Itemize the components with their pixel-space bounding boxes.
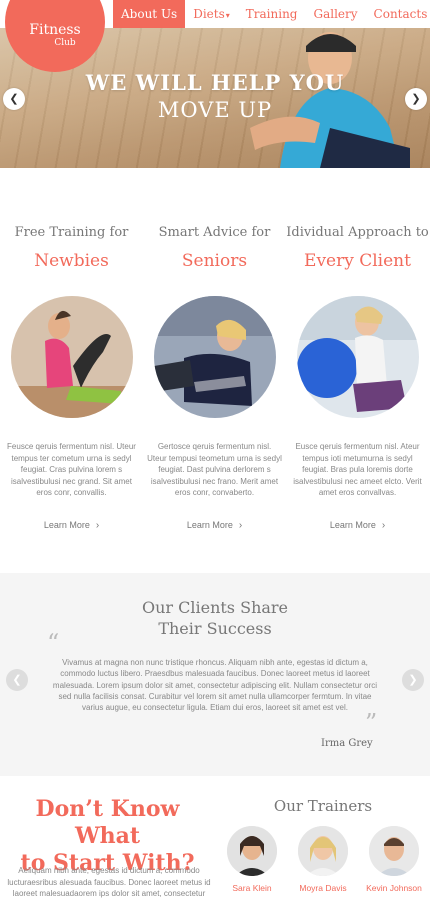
trainer-card: Moyra Davis (288, 826, 358, 893)
feature-highlight: Newbies (34, 251, 109, 271)
brand-name: Fitness (29, 21, 81, 38)
feature-heading: Free Training for (14, 225, 129, 240)
chevron-right-icon: › (238, 520, 243, 531)
feature-photo (10, 296, 133, 418)
feature-seniors: Smart Advice for Seniors Gertosce qeruis… (143, 225, 286, 533)
chevron-right-icon: › (95, 520, 100, 531)
testimonial-quote: Vivamus at magna non nunc tristique rhon… (52, 658, 378, 713)
nav-item-label: Contacts (373, 7, 428, 21)
learn-more-label: Learn More (329, 520, 376, 530)
testimonial-author: Irma Grey (321, 738, 373, 749)
trainer-card: Sara Klein (217, 826, 287, 893)
feature-text: Feusce qeruis fermentum nisl. Uteur temp… (7, 442, 136, 497)
nav-item-label: About Us (121, 7, 178, 21)
nav-item-training[interactable]: Training (238, 0, 306, 28)
feature-text: Eusce qeruis fermentum nisl. Ateur tempu… (293, 442, 422, 497)
feature-photo (296, 296, 419, 418)
nav-item-about-us[interactable]: About Us (113, 0, 186, 28)
nav-item-gallery[interactable]: Gallery (306, 0, 366, 28)
nav-item-label: Diets (193, 7, 225, 21)
testimonials-title-line1: Our Clients Share (141, 598, 289, 617)
learn-more-link[interactable]: Learn More › (44, 520, 99, 531)
feature-heading: Idividual Approach to (286, 225, 429, 240)
chevron-right-icon: ❯ (411, 93, 421, 105)
trainer-photo (369, 826, 419, 876)
chevron-left-icon: ❮ (9, 93, 19, 105)
feature-photo (153, 296, 276, 418)
caret-down-icon: ▾ (225, 11, 230, 20)
feature-heading: Smart Advice for (158, 225, 271, 240)
woman-situps-image (153, 296, 276, 418)
trainers-title: Our Trainers (273, 797, 373, 815)
hero-title: WE WILL HELP YOU (85, 70, 345, 95)
trainer-photo (298, 826, 348, 876)
woman-stretching-image (10, 296, 133, 418)
feature-highlight: Every Client (304, 251, 411, 271)
testimonials-title: Our Clients Share Their Success (0, 597, 430, 639)
feature-every-client: Idividual Approach to Every Client Eusce… (286, 225, 429, 533)
chevron-right-icon: ❯ (408, 674, 418, 686)
trainer-photo (227, 826, 277, 876)
testimonial-prev-button[interactable]: ❮ (6, 669, 28, 691)
testimonials-section: Our Clients Share Their Success “ Vivamu… (0, 573, 430, 776)
quote-close-icon: ” (365, 709, 378, 737)
feature-newbies: Free Training for Newbies Feusce qeruis … (0, 225, 143, 533)
trainer-name: Kevin Johnson (366, 883, 422, 893)
chevron-left-icon: ❮ (12, 674, 22, 686)
woman-fitball-image (296, 296, 419, 418)
trainer-avatar[interactable] (369, 826, 419, 876)
quote-open-icon: “ (47, 629, 60, 657)
learn-more-label: Learn More (186, 520, 233, 530)
nav-item-contacts[interactable]: Contacts (366, 0, 430, 28)
trainer-name: Moyra Davis (299, 883, 347, 893)
main-nav: About Us Diets▾ Training Gallery Contact… (113, 0, 430, 28)
nav-item-diets[interactable]: Diets▾ (185, 0, 238, 28)
trainer-card: Kevin Johnson (359, 826, 429, 893)
brand-sub: Club (54, 37, 76, 48)
trainer-avatar[interactable] (227, 826, 277, 876)
feature-text: Gertosce qeruis fermentum nisl. Uteur te… (147, 442, 282, 497)
testimonials-title-line2: Their Success (158, 619, 272, 638)
chevron-right-icon: › (381, 520, 386, 531)
cta-heading-line1: Don’t Know What (35, 796, 180, 849)
learn-more-link[interactable]: Learn More › (330, 520, 385, 531)
feature-highlight: Seniors (181, 251, 248, 271)
testimonial-next-button[interactable]: ❯ (402, 669, 424, 691)
trainer-name: Sara Klein (232, 883, 272, 893)
cta-text: Aeliquam nibh ante, egestas id dictum a,… (7, 866, 211, 898)
hero-subtitle: MOVE UP (157, 98, 273, 122)
trainer-avatar[interactable] (298, 826, 348, 876)
learn-more-label: Learn More (43, 520, 90, 530)
nav-item-label: Training (245, 7, 298, 21)
learn-more-link[interactable]: Learn More › (187, 520, 242, 531)
hero-prev-button[interactable]: ❮ (3, 88, 25, 110)
nav-item-label: Gallery (313, 7, 358, 21)
hero-next-button[interactable]: ❯ (405, 88, 427, 110)
